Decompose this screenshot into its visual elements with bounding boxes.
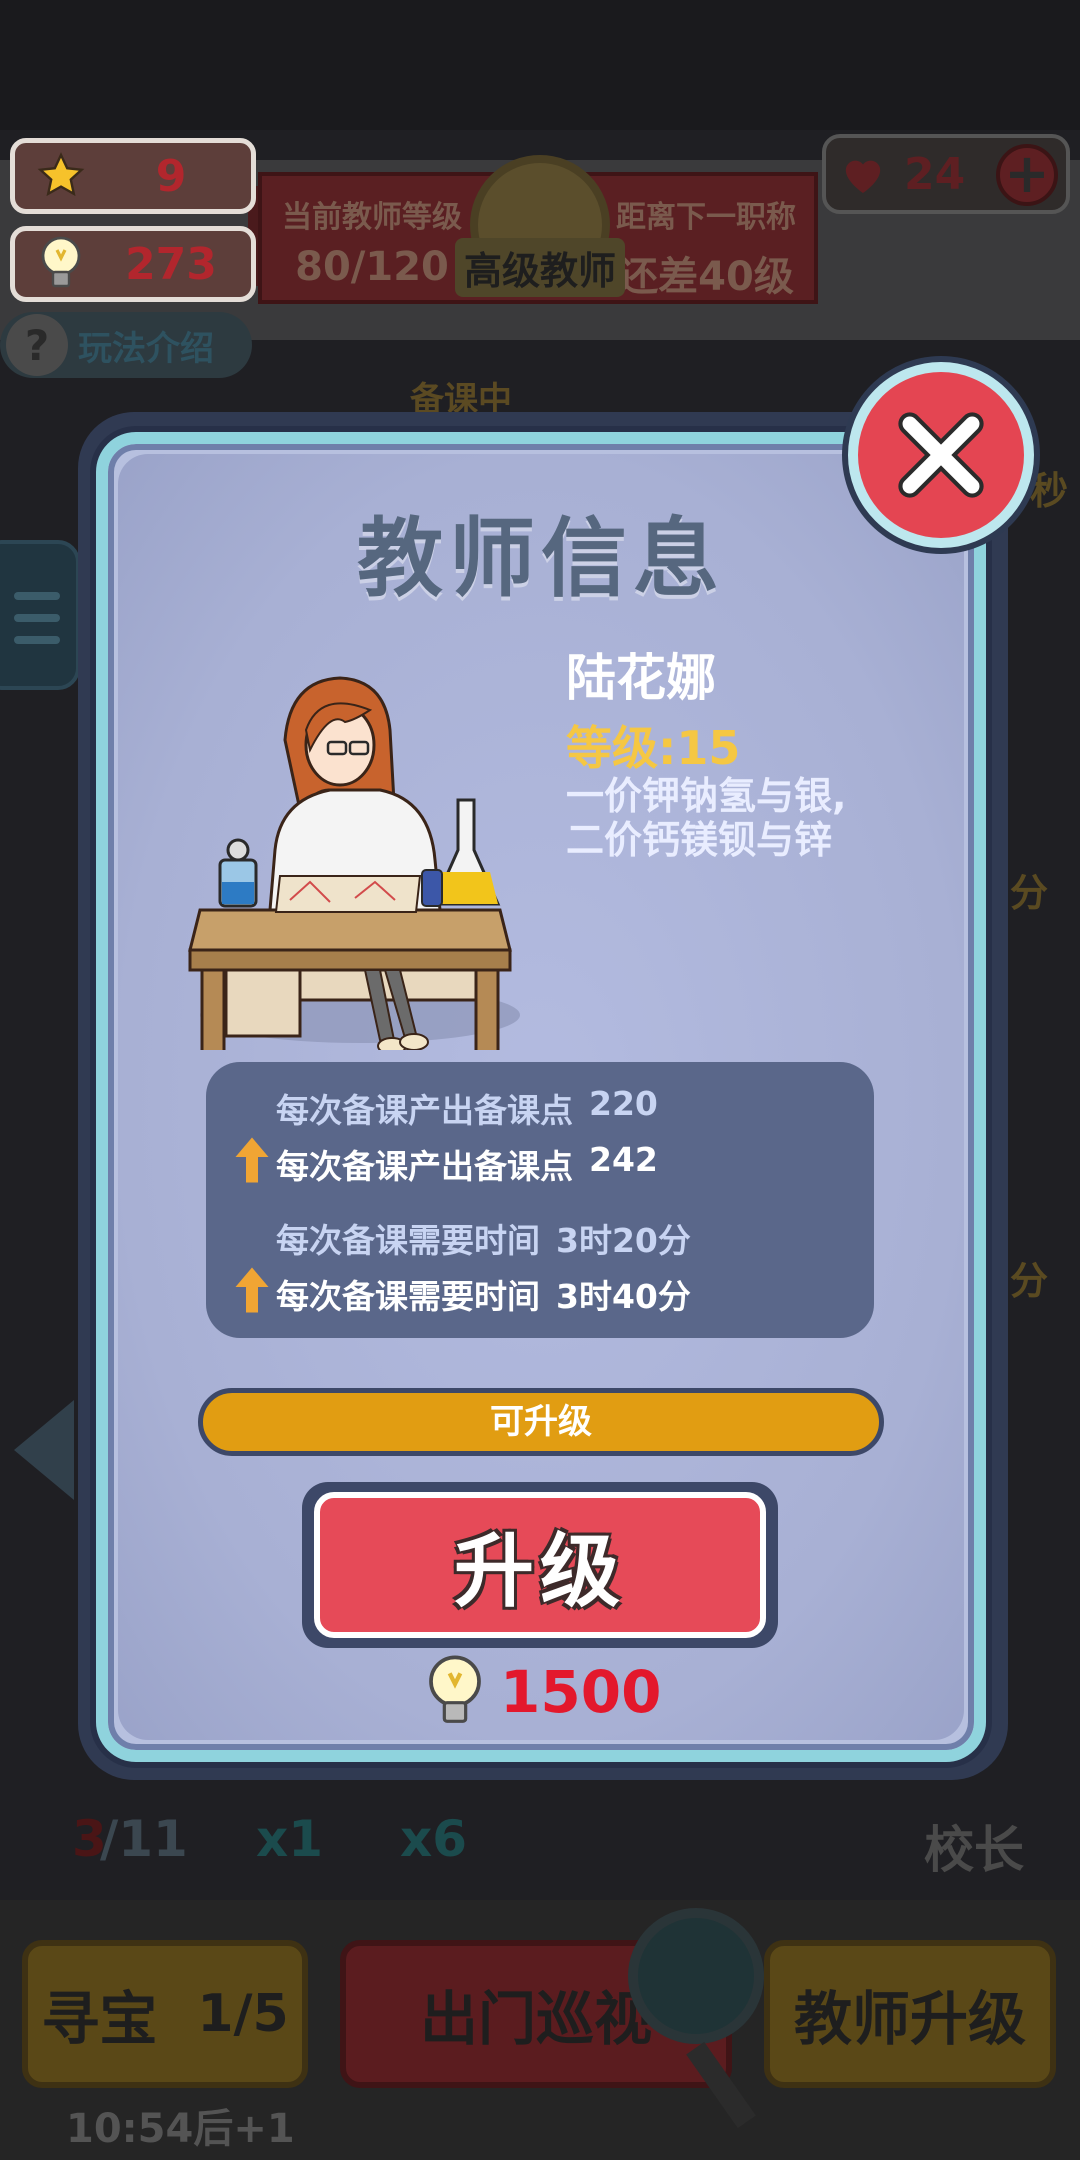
upgrade-button[interactable]: 升级 <box>314 1492 766 1638</box>
stat-value: 3时40分 <box>556 1277 691 1316</box>
current-level-block: 当前教师等级 80/120 <box>272 192 472 290</box>
treasure-count: 1/5 <box>197 1984 289 2044</box>
upgrade-status-bar: 可升级 <box>198 1388 884 1456</box>
stat-time-current: 每次备课需要时间 3时20分 <box>276 1214 691 1262</box>
upgrade-cost: 1500 <box>420 1652 661 1732</box>
help-button[interactable]: ? 玩法介绍 <box>0 312 252 378</box>
principal-label[interactable]: 校长 <box>924 1810 1024 1882</box>
stars-counter: 9 <box>10 138 256 214</box>
patrol-label: 出门巡视 <box>419 1985 652 2053</box>
teacher-name: 陆花娜 <box>566 649 716 707</box>
stat-value: 3时20分 <box>556 1221 691 1260</box>
motto-line-1: 一价钾钠氢与银, <box>566 774 847 818</box>
count-total: /11 <box>100 1810 188 1868</box>
close-button[interactable] <box>848 362 1034 548</box>
next-rank-label: 距离下一职称 <box>616 200 796 235</box>
ideas-counter: 273 <box>10 226 256 302</box>
treasure-label: 寻宝 <box>41 1985 158 2053</box>
current-level-value: 80/120 <box>295 244 449 290</box>
stars-value: 9 <box>155 150 187 202</box>
stat-label: 每次备课产出备课点 <box>276 1091 573 1130</box>
side-suffix-2: 分 <box>1010 871 1049 915</box>
lightbulb-icon <box>31 234 91 294</box>
upgrade-cost-value: 1500 <box>500 1658 662 1726</box>
stat-value: 220 <box>589 1084 658 1123</box>
up-arrow-icon <box>235 1267 269 1313</box>
current-level-label: 当前教师等级 <box>282 200 462 235</box>
treasure-timer: 10:54后+1 <box>66 2106 295 2152</box>
side-suffix-3: 分 <box>1010 1259 1049 1303</box>
teacher-level: 等级:15 <box>566 721 741 775</box>
heart-icon <box>845 160 881 194</box>
next-rank-block: 距离下一职称 还差40级 <box>606 192 806 302</box>
question-icon: ? <box>6 314 68 376</box>
item-count-1: x1 <box>256 1810 324 1868</box>
magnifier-icon <box>628 1908 764 2044</box>
stats-panel: 每次备课产出备课点 220 每次备课产出备课点 242 每次备课需要时间 3时2… <box>206 1062 874 1338</box>
motto-line-2: 二价钙镁钡与锌 <box>566 818 833 862</box>
treasure-button[interactable]: 寻宝 1/5 <box>22 1940 308 2088</box>
teacher-upgrade-button[interactable]: 教师升级 <box>764 1940 1056 2088</box>
ideas-value: 273 <box>125 238 217 290</box>
top-strip <box>0 0 1080 130</box>
lives-counter: 24 + <box>822 134 1070 214</box>
stat-value: 242 <box>589 1140 658 1179</box>
star-icon <box>31 146 91 206</box>
menu-icon <box>14 592 60 600</box>
lives-value: 24 <box>904 148 966 200</box>
prev-page-arrow[interactable] <box>14 1400 74 1500</box>
rank-title: 高级教师 <box>455 238 625 297</box>
stat-label: 每次备课需要时间 <box>276 1277 540 1316</box>
stat-label: 每次备课产出备课点 <box>276 1147 573 1186</box>
close-icon <box>898 412 984 498</box>
up-arrow-icon <box>235 1137 269 1183</box>
lightbulb-icon <box>429 1655 481 1723</box>
teacher-upgrade-label: 教师升级 <box>793 1985 1026 2053</box>
stat-output-current: 每次备课产出备课点 220 <box>276 1084 658 1132</box>
item-count-2: x6 <box>400 1810 468 1868</box>
stat-time-next: 每次备课需要时间 3时40分 <box>276 1270 691 1318</box>
stat-label: 每次备课需要时间 <box>276 1221 540 1260</box>
teacher-motto: 一价钾钠氢与银, 二价钙镁钡与锌 <box>566 774 926 862</box>
next-rank-value: 还差40级 <box>618 254 794 300</box>
modal-title: 教师信息 <box>357 509 725 609</box>
help-label: 玩法介绍 <box>78 328 214 369</box>
stat-output-next: 每次备课产出备课点 242 <box>276 1140 658 1188</box>
teacher-portrait <box>188 676 520 1050</box>
side-suffix-1: 秒 <box>1030 469 1069 513</box>
add-lives-button[interactable]: + <box>996 144 1058 206</box>
menu-button[interactable] <box>0 540 80 690</box>
